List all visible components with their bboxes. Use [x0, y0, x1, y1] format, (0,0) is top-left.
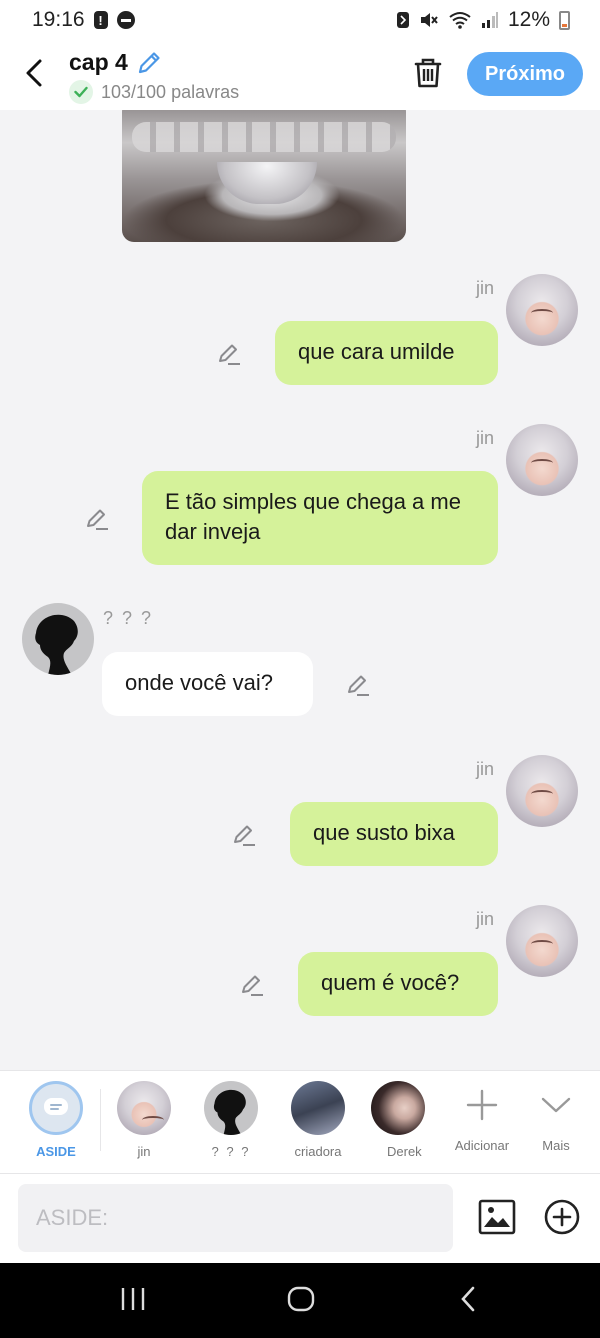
message-sender: jin: [476, 759, 495, 779]
character-jin[interactable]: jin: [109, 1081, 179, 1159]
mute-icon: [420, 13, 438, 27]
silhouette-icon: [35, 614, 78, 675]
add-label: Adicionar: [454, 1138, 510, 1153]
aside-bubble-icon: [29, 1081, 83, 1135]
avatar-jin[interactable]: [506, 905, 578, 977]
message-bubble[interactable]: quem é você?: [298, 952, 498, 1016]
next-button[interactable]: Próximo: [467, 52, 583, 96]
plus-icon: [466, 1089, 498, 1121]
image-icon[interactable]: [478, 1199, 516, 1235]
message-bubble[interactable]: onde você vai?: [102, 652, 313, 716]
character-label: Derek: [387, 1144, 422, 1159]
message-bubble[interactable]: que cara umilde: [275, 321, 498, 385]
image-bowl: [217, 162, 317, 204]
character-label: criadora: [294, 1144, 342, 1159]
chevron-down-icon: [541, 1097, 571, 1113]
editor-header: cap 4 103/100 palavras Próximo: [0, 40, 600, 110]
message-sender: jin: [476, 909, 495, 929]
character-label: ASIDE: [36, 1144, 76, 1159]
add-circle-icon[interactable]: [543, 1198, 581, 1236]
input-bar: [0, 1174, 600, 1263]
message-bubble[interactable]: que susto bixa: [290, 802, 498, 866]
signal-icon: [481, 12, 498, 28]
back-arrow-icon[interactable]: [22, 58, 48, 88]
edit-pencil-icon[interactable]: [231, 822, 257, 848]
back-nav-icon[interactable]: [458, 1285, 478, 1313]
home-icon[interactable]: [287, 1285, 315, 1313]
avatar-derek: [371, 1081, 425, 1135]
edit-pencil-icon[interactable]: [216, 341, 242, 367]
avatar-jin[interactable]: [506, 424, 578, 496]
avatar-criadora: [291, 1081, 345, 1135]
chat-area[interactable]: jin que cara umilde jin E tão simples qu…: [0, 110, 600, 1070]
edit-pencil-icon[interactable]: [239, 972, 265, 998]
character-label: ? ? ?: [211, 1144, 251, 1159]
message-bubble[interactable]: E tão simples que chega a me dar inveja: [142, 471, 498, 565]
edit-title-pencil-icon[interactable]: [135, 49, 163, 77]
message-sender: jin: [476, 428, 495, 448]
more-button[interactable]: Mais: [521, 1081, 591, 1153]
status-time: 19:16: [32, 8, 85, 31]
avatar-jin[interactable]: [506, 274, 578, 346]
message-input[interactable]: [18, 1184, 453, 1252]
system-nav-bar: [0, 1263, 600, 1338]
character-unknown[interactable]: ? ? ?: [196, 1081, 266, 1159]
chat-image[interactable]: [122, 110, 406, 242]
message-sender: jin: [476, 278, 495, 298]
message-sender: ? ? ?: [103, 608, 154, 628]
trash-icon[interactable]: [413, 57, 443, 89]
word-count-label: 103/100 palavras: [101, 81, 240, 102]
check-icon: [69, 80, 93, 104]
do-not-disturb-icon: [116, 11, 135, 29]
status-bar: 19:16 ! 12%: [0, 0, 600, 40]
more-label: Mais: [542, 1138, 570, 1153]
avatar-unknown[interactable]: [22, 603, 94, 675]
character-selector: ASIDE jin ? ? ? criadora Derek Adicionar…: [0, 1070, 600, 1174]
recent-apps-icon[interactable]: [120, 1285, 146, 1313]
add-character-button[interactable]: Adicionar: [446, 1081, 518, 1153]
avatar-jin[interactable]: [506, 755, 578, 827]
character-derek[interactable]: Derek: [370, 1081, 426, 1159]
divider: [100, 1089, 101, 1151]
word-count: 103/100 palavras: [69, 80, 239, 104]
alert-notification-icon: !: [93, 11, 108, 29]
battery-percent: 12%: [507, 8, 550, 31]
wifi-icon: [449, 12, 471, 29]
nfc-icon: [396, 12, 409, 28]
character-criadora[interactable]: criadora: [283, 1081, 353, 1159]
character-aside[interactable]: ASIDE: [21, 1081, 91, 1159]
edit-pencil-icon[interactable]: [345, 672, 371, 698]
battery-icon: [559, 10, 570, 30]
image-sofa: [132, 122, 396, 152]
avatar-unknown: [204, 1081, 258, 1135]
edit-pencil-icon[interactable]: [84, 506, 110, 532]
avatar-jin: [117, 1081, 171, 1135]
chapter-title: cap 4: [69, 49, 128, 75]
character-label: jin: [137, 1144, 151, 1159]
